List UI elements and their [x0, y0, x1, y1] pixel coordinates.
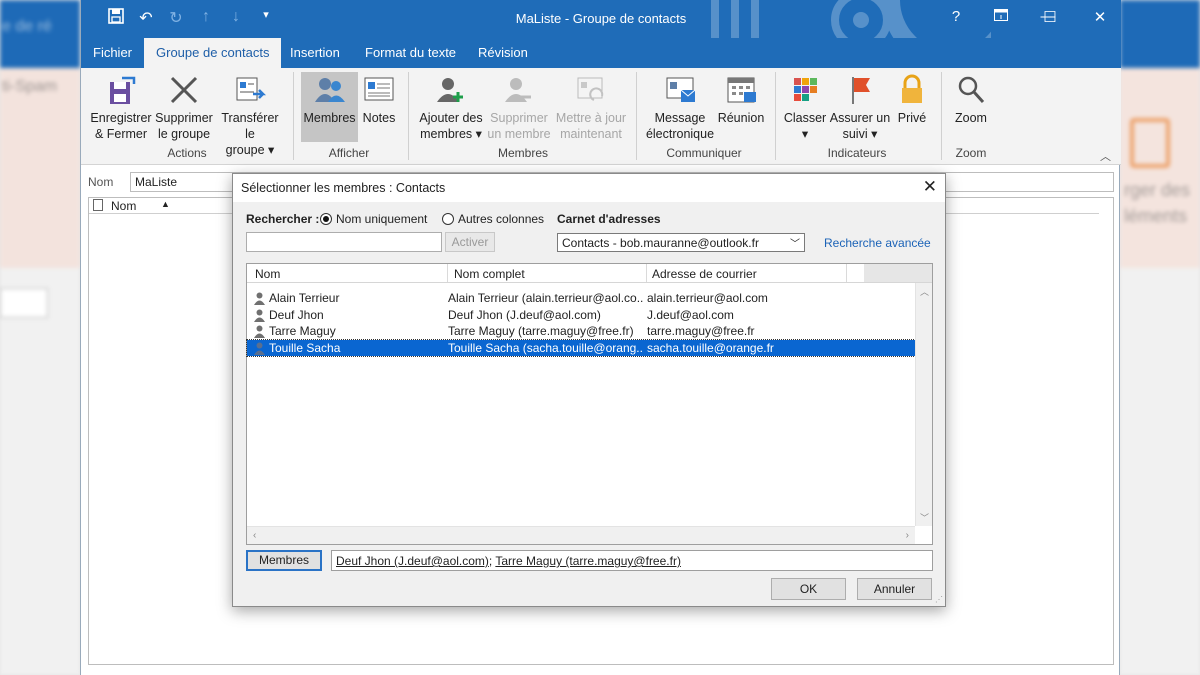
horizontal-scrollbar[interactable]: ‹ ›	[247, 526, 915, 544]
remove-member-icon	[505, 78, 531, 102]
collapse-ribbon-icon[interactable]: ︿	[1100, 148, 1111, 164]
group-label-actions: Actions	[167, 146, 207, 160]
help-icon[interactable]: ?	[941, 8, 971, 25]
column-nom[interactable]: Nom	[111, 199, 136, 213]
table-row-selected[interactable]: Touille Sacha Touille Sacha (sacha.touil…	[246, 338, 916, 357]
dialog-close-icon[interactable]: ✕	[923, 177, 937, 197]
members-field[interactable]: Deuf Jhon (J.deuf@aol.com); Tarre Maguy …	[331, 550, 933, 571]
column-header-nom[interactable]: Nom	[255, 267, 280, 285]
private-button[interactable]: Privé	[893, 74, 931, 126]
group-label-indicateurs: Indicateurs	[827, 146, 887, 160]
close-icon[interactable]: ✕	[1085, 8, 1115, 26]
magnifier-icon	[958, 76, 985, 104]
flag-icon	[852, 77, 870, 104]
radio-unchecked-icon	[442, 213, 454, 225]
table-row[interactable]: Tarre Maguy Tarre Maguy (tarre.maguy@fre…	[247, 323, 915, 340]
members-view-button[interactable]: Membres	[301, 72, 358, 142]
save-close-icon	[110, 76, 136, 104]
add-member-icon	[437, 78, 463, 102]
address-book-select[interactable]: Contacts - bob.mauranne@outlook.fr ﹀	[557, 233, 805, 252]
sort-ascending-icon: ▲	[161, 199, 170, 209]
scroll-right-icon[interactable]: ›	[906, 530, 909, 541]
follow-up-button[interactable]: Assurer un suivi ▾	[827, 74, 893, 142]
categorize-icon	[794, 78, 817, 101]
column-header-nom-complet[interactable]: Nom complet	[454, 267, 525, 285]
column-header-email[interactable]: Adresse de courrier	[652, 267, 757, 285]
table-row[interactable]: Alain Terrieur Alain Terrieur (alain.ter…	[247, 290, 915, 307]
members-button[interactable]: Membres	[246, 550, 322, 571]
maximize-icon[interactable]: ☐	[1035, 8, 1065, 26]
scroll-down-icon[interactable]: ﹀	[920, 511, 929, 524]
document-icon	[93, 199, 103, 211]
tab-groupe-de-contacts[interactable]: Groupe de contacts	[144, 38, 282, 68]
member-entry[interactable]: Tarre Maguy (tarre.maguy@free.fr)	[495, 554, 681, 568]
cancel-button[interactable]: Annuler	[857, 578, 932, 600]
forward-card-icon	[236, 77, 267, 101]
nom-label: Nom	[88, 175, 114, 189]
contact-person-icon	[254, 292, 265, 305]
tab-format-du-texte[interactable]: Format du texte	[353, 38, 468, 68]
update-card-icon	[577, 77, 604, 101]
save-close-button[interactable]: Enregistrer & Fermer	[89, 74, 153, 142]
search-input[interactable]	[246, 232, 442, 252]
delete-group-button[interactable]: Supprimer le groupe	[153, 74, 215, 142]
members-icon	[314, 78, 345, 102]
delete-x-icon	[170, 76, 198, 104]
contact-person-icon	[254, 342, 265, 355]
member-entry[interactable]: Deuf Jhon (J.deuf@aol.com)	[336, 554, 489, 568]
ribbon-display-icon[interactable]	[986, 8, 1016, 25]
meeting-button[interactable]: Réunion	[717, 74, 765, 126]
contacts-grid: Nom Nom complet Adresse de courrier Alai…	[246, 263, 933, 545]
radio-checked-icon	[320, 213, 332, 225]
categorize-button[interactable]: Classer ▾	[783, 74, 827, 142]
scroll-up-icon[interactable]: ︿	[920, 285, 929, 298]
address-book-label: Carnet d'adresses	[557, 212, 661, 226]
activate-button[interactable]: Activer	[445, 232, 495, 252]
ribbon-tabs: Fichier Groupe de contacts Insertion For…	[81, 38, 1121, 68]
dialog-title-bar: Sélectionner les membres : Contacts ✕	[233, 174, 945, 202]
lock-icon	[902, 74, 922, 103]
resize-grip-icon[interactable]: ⋰	[935, 595, 943, 604]
group-label-zoom: Zoom	[955, 146, 987, 160]
group-label-membres: Membres	[497, 146, 548, 160]
contacts-grid-header: Nom Nom complet Adresse de courrier	[247, 264, 932, 283]
ok-button[interactable]: OK	[771, 578, 846, 600]
contacts-rows: Alain Terrieur Alain Terrieur (alain.ter…	[246, 290, 916, 357]
contact-person-icon	[254, 325, 265, 338]
group-label-communiquer: Communiquer	[666, 146, 742, 160]
radio-other-columns[interactable]: Autres colonnes	[442, 212, 544, 226]
email-card-icon	[666, 77, 696, 102]
contact-person-icon	[254, 309, 265, 322]
ribbon: Enregistrer & Fermer Supprimer le groupe…	[81, 68, 1121, 165]
dialog-title: Sélectionner les membres : Contacts	[241, 181, 446, 195]
update-now-button[interactable]: Mettre à jour maintenant	[553, 74, 629, 142]
remove-member-button[interactable]: Supprimer un membre	[485, 74, 553, 142]
email-message-button[interactable]: Message électronique	[643, 74, 717, 142]
table-row[interactable]: Deuf Jhon Deuf Jhon (J.deuf@aol.com) J.d…	[247, 307, 915, 324]
add-members-button[interactable]: Ajouter des membres ▾	[417, 74, 485, 142]
radio-name-only[interactable]: Nom uniquement	[320, 212, 427, 226]
tab-fichier[interactable]: Fichier	[81, 38, 144, 68]
select-members-dialog: Sélectionner les membres : Contacts ✕ Re…	[232, 173, 946, 607]
notes-view-button[interactable]: Notes	[361, 74, 397, 126]
group-label-afficher: Afficher	[328, 146, 370, 160]
chevron-down-icon: ﹀	[790, 239, 800, 250]
notes-card-icon	[364, 77, 394, 101]
zoom-button[interactable]: Zoom	[949, 74, 993, 126]
search-label: Rechercher :	[246, 212, 320, 226]
vertical-scrollbar[interactable]: ︿ ﹀	[915, 283, 932, 526]
tab-insertion[interactable]: Insertion	[278, 38, 352, 68]
calendar-icon	[727, 77, 756, 103]
scroll-left-icon[interactable]: ‹	[253, 530, 256, 541]
advanced-search-link[interactable]: Recherche avancée	[824, 236, 931, 250]
tab-revision[interactable]: Révision	[466, 38, 540, 68]
background-left-blur: e de ré ti-Spam	[0, 0, 80, 675]
title-bar: ↶ ↻ ↑ ↓ ▾ MaListe - Groupe de contacts ?…	[81, 0, 1121, 38]
background-right-blur: rger des léments	[1120, 0, 1200, 675]
